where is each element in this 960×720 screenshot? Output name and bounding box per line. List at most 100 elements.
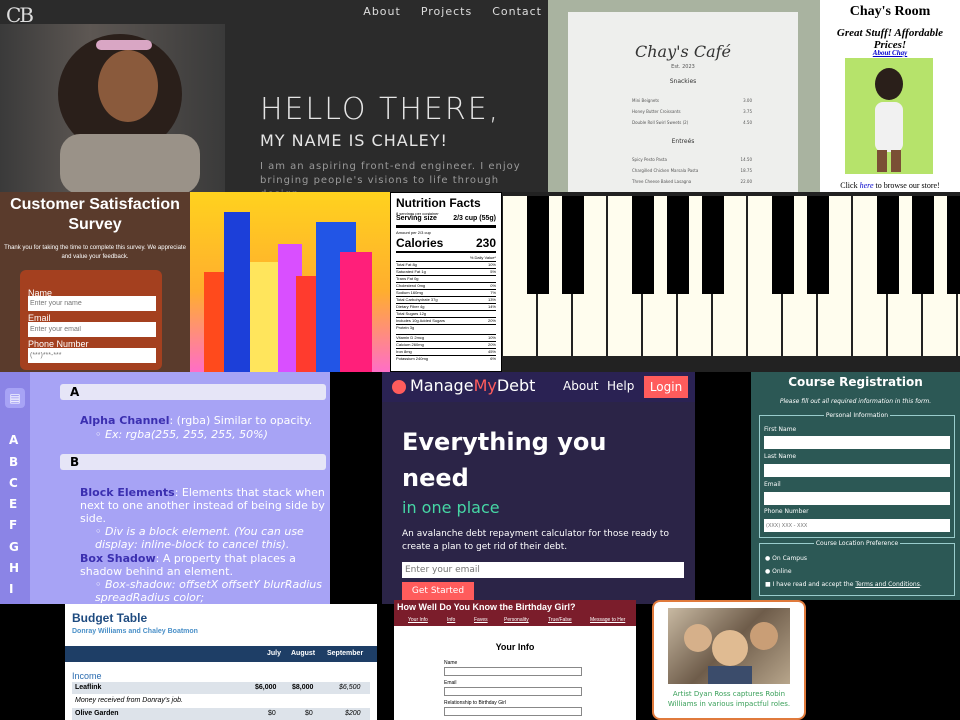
letter-link[interactable]: I [9,582,13,596]
quiz-nav-item[interactable]: Personality [504,617,529,623]
name-input[interactable] [444,667,582,676]
letter-link[interactable]: A [9,433,18,447]
budget-tile: Budget Table Donray Williams and Chaley … [65,604,377,720]
letter-link[interactable]: E [9,497,17,511]
glossary-example: ◦ Ex: rgba(255, 255, 255, 50%) [95,428,268,441]
nutrient-row: Sodium 160mg 7% [396,289,496,295]
snackies-heading: Snackies [669,78,697,85]
relationship-input[interactable] [444,707,582,716]
store-tile: Chay's Room Great Stuff! Affordable Pric… [820,0,960,192]
artwork-illustration [684,622,778,684]
terms-link[interactable]: Terms and Conditions [855,581,920,588]
quiz-nav-item[interactable]: True/False [548,617,572,623]
quiz-nav-item[interactable]: Faves [474,617,488,623]
menu-row: Double Roll Swirl Sweets (2) 4.50 [632,120,752,125]
email-input[interactable] [402,562,684,578]
terms-checkbox[interactable]: ■ I have read and accept the Terms and C… [765,581,922,588]
store-footer: Click here to browse our store! [840,181,940,190]
letter-link[interactable]: C [9,476,18,490]
survey-tile: Customer Satisfaction Survey Thank you f… [0,192,190,372]
nav-about[interactable]: About [563,379,598,393]
quiz-nav-item[interactable]: Message to Her [590,617,625,623]
first-name-input[interactable] [764,436,950,449]
phone-label: Phone Number [764,508,809,515]
budget-authors: Donray Williams and Chaley Boatmon [72,628,198,635]
email-input[interactable] [28,322,156,337]
nav-projects[interactable]: Projects [421,5,472,18]
phone-input[interactable] [764,519,950,532]
nav-about[interactable]: About [363,5,401,18]
last-name-input[interactable] [764,464,950,477]
glossary-sidebar: ▤ A B C E F G H I [0,372,30,604]
nav-contact[interactable]: Contact [492,5,542,18]
nutrient-row: Iron 8mg 45% [396,348,496,354]
black-key[interactable] [562,196,584,294]
letter-link[interactable]: H [9,561,19,575]
income-section: Income [72,671,102,681]
cafe-est: Est. 2023 [671,64,695,70]
glossary-tile: ▤ A B C E F G H I A Alpha Channel: (rgba… [0,372,330,604]
mountain-icon [392,380,406,394]
nutrient-row: Total Fat 8g 10% [396,261,496,267]
course-title: Course Registration [788,375,923,389]
on-campus-radio[interactable]: ● On Campus [765,555,807,562]
black-key[interactable] [912,196,934,294]
nutrient-row: Calcium 260mg 20% [396,341,496,347]
portrait-illustration [58,34,200,192]
quiz-nav-item[interactable]: Your Info [408,617,428,623]
black-key[interactable] [877,196,899,294]
portfolio-tile: CB About Projects Contact HELLO THERE, M… [0,0,548,192]
budget-title: Budget Table [72,611,148,625]
book-icon[interactable]: ▤ [5,388,25,408]
survey-form: Name Email Phone Number [20,270,162,370]
nutrient-row: Potassium 240mg 6% [396,355,496,361]
about-chay-link[interactable]: About Chay [820,49,960,57]
nutrition-tile: Nutrition Facts 8 servings per container… [390,192,502,372]
black-key[interactable] [772,196,794,294]
black-key[interactable] [667,196,689,294]
menu-row: Spicy Pesto Pasta 14.50 [632,157,752,162]
artwork-image [668,608,790,684]
glossary-term: Box Shadow: A property that places a sha… [80,552,296,578]
black-key[interactable] [632,196,654,294]
serving-size: Serving size 2/3 cup (55g) [396,215,496,222]
col-header: August [291,650,316,657]
login-button[interactable]: Login [644,376,688,398]
letter-link[interactable]: G [9,540,19,554]
debt-logo[interactable]: ManageMyDebt [410,376,535,395]
name-input[interactable] [28,296,156,311]
store-photo [845,58,933,174]
survey-intro: Thank you for taking the time to complet… [4,245,186,260]
debt-tile: ManageMyDebt About Help Login Everything… [382,372,695,604]
email-label: Email [444,680,457,686]
glossary-example: ◦ Div is a block element. (You can use d… [95,525,304,551]
black-key[interactable] [947,196,960,294]
quiz-nav-item[interactable]: Info [447,617,455,623]
nav-help[interactable]: Help [607,379,634,393]
get-started-button[interactable]: Get Started [402,582,474,600]
col-header: September [327,650,364,657]
phone-input[interactable] [28,348,156,363]
email-input[interactable] [764,492,950,505]
nutrient-row: Cholesterol 0mg 0% [396,282,496,288]
course-intro: Please fill out all required information… [779,398,932,405]
email-input[interactable] [444,687,582,696]
quiz-section-title: Your Info [495,642,535,652]
debt-subheadline: in one place [402,498,500,517]
nutrient-row: Dietary Fiber 4g 14% [396,303,496,309]
survey-title: Customer Satisfaction Survey [10,196,180,233]
letter-link[interactable]: B [9,455,18,469]
debt-description: An avalanche debt repayment calculator f… [402,529,669,552]
black-key[interactable] [807,196,829,294]
letter-link[interactable]: F [9,518,17,532]
person-illustration [875,68,903,172]
nutrient-row: Includes 10g Added Sugars 20% [396,317,496,323]
menu-row: Chargilled Chicken Marsala Pasta 18.75 [632,168,752,173]
calories: Calories 230 [396,236,496,250]
black-key[interactable] [702,196,724,294]
hero-intro: I am an aspiring front-end engineer. I e… [260,161,521,192]
cb-logo[interactable]: CB [6,3,38,27]
online-radio[interactable]: ● Online [765,568,792,575]
here-link[interactable]: here [860,181,874,190]
black-key[interactable] [527,196,549,294]
